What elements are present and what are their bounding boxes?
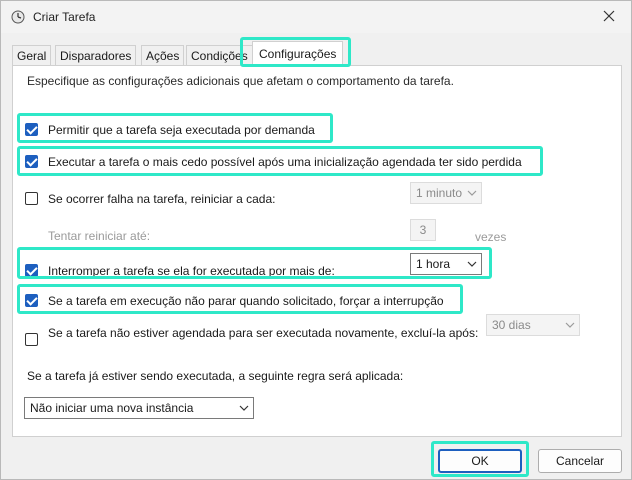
- delete-if-not-scheduled-checkbox[interactable]: [25, 333, 38, 346]
- chevron-down-icon: [239, 405, 249, 411]
- chevron-down-icon: [565, 322, 575, 328]
- tab-acoes[interactable]: Ações: [141, 45, 185, 66]
- rule-value: Não iniciar uma nova instância: [30, 401, 194, 415]
- cancel-button[interactable]: Cancelar: [538, 449, 622, 473]
- chevron-down-icon: [467, 190, 477, 196]
- delete-after-value: 30 dias: [492, 318, 531, 332]
- retry-unit-label: vezes: [475, 230, 507, 244]
- chevron-down-icon: [467, 261, 477, 267]
- task-scheduler-icon: [11, 10, 25, 24]
- tab-geral[interactable]: Geral: [12, 45, 52, 66]
- force-stop-label: Se a tarefa em execução não parar quando…: [48, 294, 444, 308]
- force-stop-row[interactable]: Se a tarefa em execução não parar quando…: [25, 291, 485, 311]
- allow-on-demand-label: Permitir que a tarefa seja executada por…: [48, 123, 315, 137]
- stop-if-longer-checkbox[interactable]: [25, 264, 38, 277]
- stop-duration-value: 1 hora: [416, 257, 451, 271]
- rule-select[interactable]: Não iniciar uma nova instância: [24, 397, 254, 419]
- ok-button[interactable]: OK: [438, 449, 522, 473]
- tab-configuracoes[interactable]: Configurações: [252, 41, 344, 67]
- retry-label: Tentar reiniciar até:: [48, 229, 151, 243]
- run-asap-label: Executar a tarefa o mais cedo possível a…: [48, 155, 522, 169]
- delete-if-not-scheduled-row[interactable]: Se a tarefa não estiver agendada para se…: [25, 326, 485, 350]
- close-icon: [603, 10, 615, 22]
- settings-panel: Especifique as configurações adicionais …: [12, 65, 622, 437]
- settings-description: Especifique as configurações adicionais …: [27, 74, 454, 88]
- run-asap-row[interactable]: Executar a tarefa o mais cedo possível a…: [25, 152, 585, 172]
- stop-duration-select[interactable]: 1 hora: [410, 253, 482, 275]
- tab-disparadores[interactable]: Disparadores: [55, 45, 137, 66]
- close-button[interactable]: [587, 1, 631, 31]
- allow-on-demand-row[interactable]: Permitir que a tarefa seja executada por…: [25, 120, 585, 140]
- force-stop-checkbox[interactable]: [25, 294, 38, 307]
- restart-interval-value: 1 minuto: [416, 186, 463, 200]
- restart-on-fail-checkbox[interactable]: [25, 192, 38, 205]
- rule-label: Se a tarefa já estiver sendo executada, …: [27, 369, 404, 383]
- delete-if-not-scheduled-label: Se a tarefa não estiver agendada para se…: [48, 326, 479, 340]
- retry-count-input[interactable]: 3: [410, 219, 436, 241]
- restart-on-fail-row[interactable]: Se ocorrer falha na tarefa, reiniciar a …: [25, 189, 415, 209]
- delete-after-select[interactable]: 30 dias: [486, 314, 580, 336]
- restart-on-fail-label: Se ocorrer falha na tarefa, reiniciar a …: [48, 192, 276, 206]
- restart-interval-select[interactable]: 1 minuto: [410, 182, 482, 204]
- stop-if-longer-label: Interromper a tarefa se ela for executad…: [48, 264, 335, 278]
- title-bar: Criar Tarefa: [1, 1, 631, 33]
- create-task-dialog: Criar Tarefa Geral Disparadores Ações Co…: [0, 0, 632, 480]
- window-title: Criar Tarefa: [33, 10, 96, 24]
- allow-on-demand-checkbox[interactable]: [25, 123, 38, 136]
- tab-condicoes[interactable]: Condições: [186, 45, 253, 66]
- stop-if-longer-row[interactable]: Interromper a tarefa se ela for executad…: [25, 261, 415, 281]
- run-asap-checkbox[interactable]: [25, 155, 38, 168]
